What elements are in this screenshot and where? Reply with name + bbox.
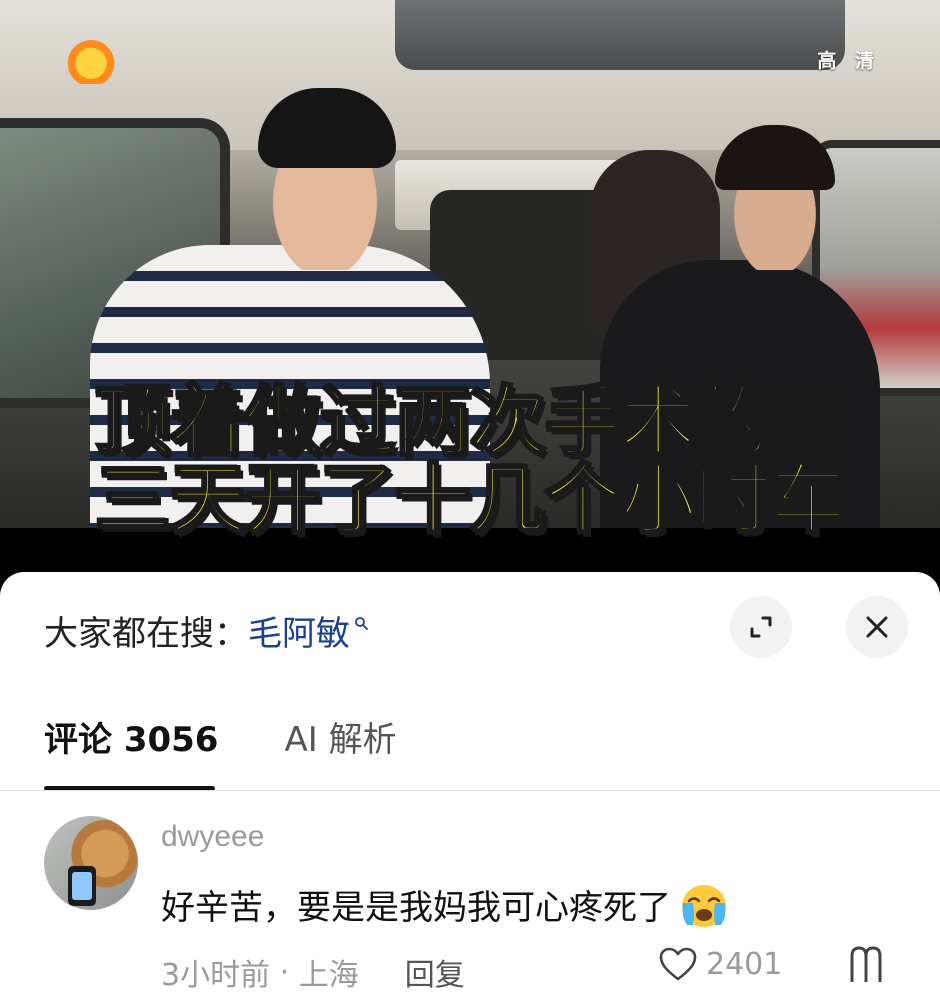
tab-ai-analysis-label: AI 解析 — [284, 720, 397, 760]
trending-search-term[interactable]: 毛阿敏 — [248, 606, 350, 655]
like-count: 2401 — [706, 946, 783, 982]
comment-username[interactable]: dwyeee — [161, 820, 264, 854]
close-button[interactable] — [846, 596, 908, 658]
channel-logo-icon — [62, 38, 120, 84]
video-player[interactable]: 高 清 顶着做过两次手术的腰 三天开了十几个小时车 — [0, 0, 940, 572]
comment-body: 好辛苦，要是是我妈我可心疼死了 — [161, 880, 731, 929]
heart-icon — [659, 947, 697, 981]
tab-comments-label: 评论 3056 — [44, 720, 219, 760]
tabs-divider — [0, 790, 940, 791]
more-icon[interactable] — [846, 942, 890, 986]
comment-time: 3小时前 — [161, 958, 271, 993]
avatar[interactable] — [44, 816, 138, 910]
comment-tabs: 评论 3056 AI 解析 — [44, 712, 397, 791]
comment-text: 好辛苦，要是是我妈我可心疼死了 — [161, 888, 671, 928]
comments-sheet: 大家都在搜： 毛阿敏 评论 3056 AI 解析 dwyeee 好辛苦，要是是我… — [0, 572, 940, 1000]
search-icon — [355, 617, 368, 630]
video-caption-line-2: 三天开了十几个小时车 — [94, 454, 848, 546]
comment-location: 上海 — [298, 958, 359, 993]
close-icon — [866, 616, 888, 638]
tab-comments[interactable]: 评论 3056 — [44, 712, 218, 791]
tab-ai-analysis[interactable]: AI 解析 — [284, 712, 396, 791]
expand-button[interactable] — [730, 596, 792, 658]
comment-item: dwyeee 好辛苦，要是是我妈我可心疼死了 3小时前 · 上海 回复 2401 — [0, 812, 940, 1000]
trending-search-prefix: 大家都在搜： — [44, 614, 248, 653]
like-button[interactable]: 2401 — [658, 946, 782, 982]
loudly-crying-face-icon — [682, 884, 726, 927]
comment-meta: 3小时前 · 上海 回复 — [161, 950, 465, 994]
expand-icon — [750, 616, 772, 638]
trending-search[interactable]: 大家都在搜： 毛阿敏 — [44, 606, 368, 655]
reply-button[interactable]: 回复 — [405, 950, 465, 994]
quality-badge[interactable]: 高 清 — [817, 46, 880, 73]
